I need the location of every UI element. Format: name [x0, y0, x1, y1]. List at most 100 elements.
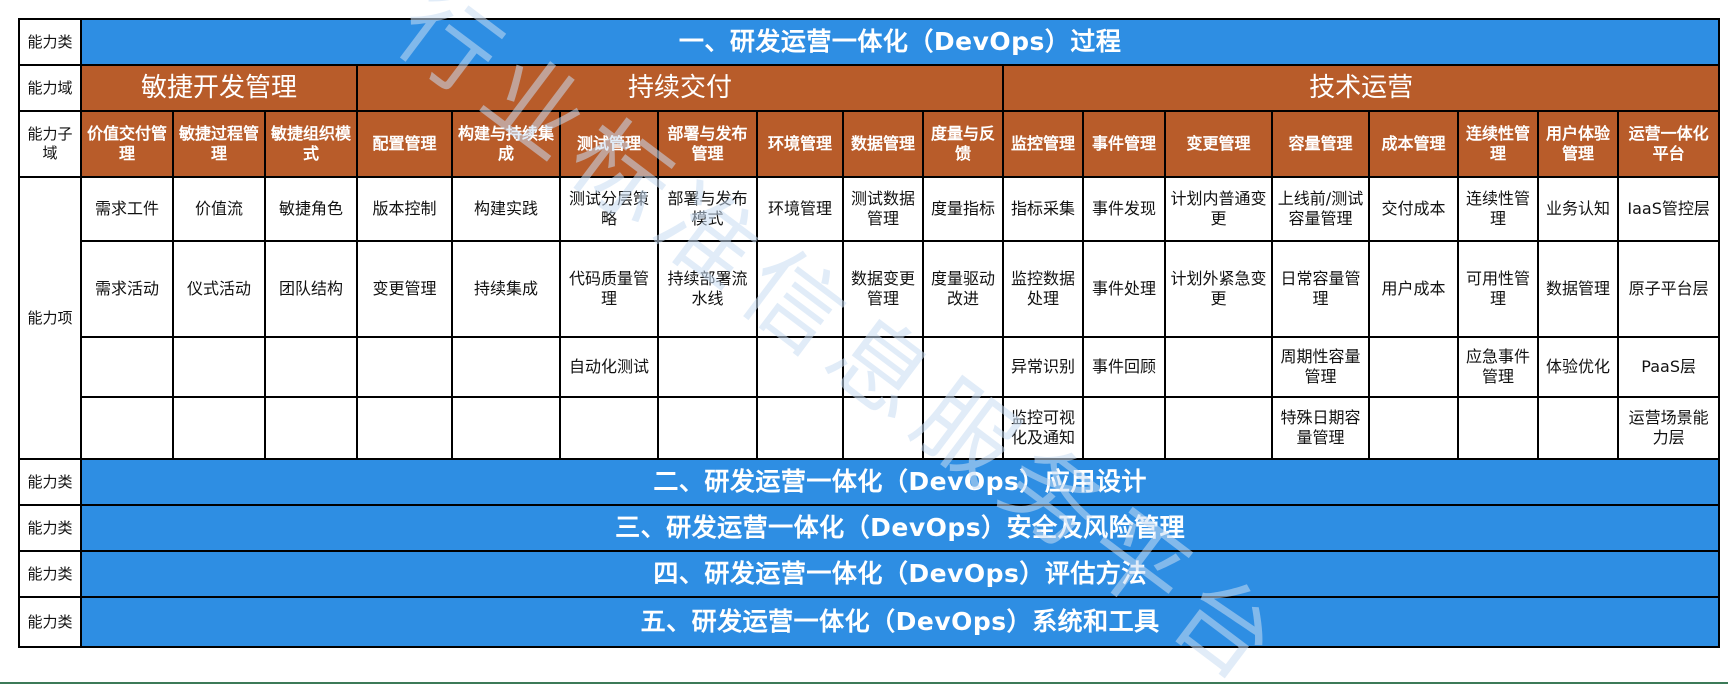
category-title-5[interactable]: 五、研发运营一体化（DevOps）系统和工具 — [79, 596, 1721, 648]
item-cell: 原子平台层 — [1616, 240, 1721, 338]
items-row-2: 需求活动 仪式活动 团队结构 变更管理 持续集成 代码质量管理 持续部署流水线 … — [19, 240, 1721, 338]
category-row-2: 能力类 二、研发运营一体化（DevOps）应用设计 — [18, 458, 1721, 506]
category-title-4[interactable]: 四、研发运营一体化（DevOps）评估方法 — [79, 550, 1721, 598]
item-cell: 敏捷角色 — [264, 176, 358, 242]
item-cell: 构建实践 — [451, 176, 561, 242]
subdomain-cell: 运营一体化平台 — [1616, 110, 1721, 178]
row-label-subdomain: 能力子域 — [18, 110, 82, 178]
item-cell — [451, 336, 561, 398]
item-cell — [756, 396, 844, 460]
item-cell — [80, 336, 174, 398]
item-cell: 连续性管理 — [1457, 176, 1539, 242]
category-row-5: 能力类 五、研发运营一体化（DevOps）系统和工具 — [18, 596, 1721, 648]
item-cell: 变更管理 — [356, 240, 453, 338]
items-row-3: 自动化测试 异常识别 事件回顾 周期性容量管理 应急事件管理 体验优化 PaaS… — [19, 336, 1721, 398]
subdomain-cell: 用户体验管理 — [1537, 110, 1619, 178]
item-cell — [657, 336, 758, 398]
item-cell: PaaS层 — [1616, 336, 1721, 398]
item-cell: 需求工件 — [80, 176, 174, 242]
item-cell — [842, 396, 924, 460]
item-cell: 事件发现 — [1082, 176, 1166, 242]
item-cell: 需求活动 — [80, 240, 174, 338]
item-cell: 环境管理 — [756, 176, 844, 242]
item-cell: 应急事件管理 — [1457, 336, 1539, 398]
item-cell: 交付成本 — [1368, 176, 1459, 242]
subdomain-cell: 构建与持续集成 — [451, 110, 561, 178]
subdomain-cell: 配置管理 — [356, 110, 453, 178]
category-row-4: 能力类 四、研发运营一体化（DevOps）评估方法 — [18, 550, 1721, 598]
subdomain-cell: 部署与发布管理 — [657, 110, 758, 178]
row-label-domain: 能力域 — [18, 64, 82, 112]
row-label-items: 能力项 — [18, 176, 82, 460]
item-cell — [657, 396, 758, 460]
category-title-1[interactable]: 一、研发运营一体化（DevOps）过程 — [79, 18, 1721, 66]
item-cell: 持续集成 — [451, 240, 561, 338]
item-cell: 计划外紧急变更 — [1164, 240, 1273, 338]
item-cell: 异常识别 — [1002, 336, 1084, 398]
item-cell: 上线前/测试容量管理 — [1271, 176, 1370, 242]
row-label-category: 能力类 — [18, 18, 82, 66]
item-cell — [1457, 396, 1539, 460]
subdomain-cell: 连续性管理 — [1457, 110, 1539, 178]
subdomain-cell: 事件管理 — [1082, 110, 1166, 178]
subdomain-cell: 价值交付管理 — [80, 110, 174, 178]
item-cell: 周期性容量管理 — [1271, 336, 1370, 398]
subdomain-cell: 敏捷过程管理 — [172, 110, 266, 178]
item-cell: 计划内普通变更 — [1164, 176, 1273, 242]
item-cell: 数据变更管理 — [842, 240, 924, 338]
item-cell: 可用性管理 — [1457, 240, 1539, 338]
bottom-border-line — [0, 682, 1728, 684]
item-cell — [172, 336, 266, 398]
item-cell — [1368, 396, 1459, 460]
item-cell: 指标采集 — [1002, 176, 1084, 242]
item-cell: 持续部署流水线 — [657, 240, 758, 338]
item-cell: 测试分层策略 — [559, 176, 659, 242]
item-cell — [1368, 336, 1459, 398]
row-label-category: 能力类 — [18, 596, 82, 648]
item-cell — [1164, 336, 1273, 398]
item-cell: 体验优化 — [1537, 336, 1619, 398]
item-cell: 数据管理 — [1537, 240, 1619, 338]
row-label-category: 能力类 — [18, 504, 82, 552]
subdomain-cell: 变更管理 — [1164, 110, 1273, 178]
capability-table: 能力类 一、研发运营一体化（DevOps）过程 能力域 敏捷开发管理 持续交付 … — [18, 18, 1721, 648]
subdomain-cell: 数据管理 — [842, 110, 924, 178]
row-label-category: 能力类 — [18, 458, 82, 506]
item-cell — [922, 396, 1004, 460]
item-cell: 特殊日期容量管理 — [1271, 396, 1370, 460]
subdomain-cell: 度量与反馈 — [922, 110, 1004, 178]
item-cell: 测试数据管理 — [842, 176, 924, 242]
item-cell — [756, 240, 844, 338]
subdomain-cell: 监控管理 — [1002, 110, 1084, 178]
capability-table-sheet: 能力类 一、研发运营一体化（DevOps）过程 能力域 敏捷开发管理 持续交付 … — [18, 18, 1721, 690]
item-cell — [80, 396, 174, 460]
item-cell: 事件回顾 — [1082, 336, 1166, 398]
item-cell: 版本控制 — [356, 176, 453, 242]
item-cell: 业务认知 — [1537, 176, 1619, 242]
items-row-1: 能力项 需求工件 价值流 敏捷角色 版本控制 构建实践 测试分层策略 部署与发布… — [18, 176, 1721, 460]
item-cell: 事件处理 — [1082, 240, 1166, 338]
category-row-1: 能力类 一、研发运营一体化（DevOps）过程 — [18, 18, 1721, 66]
subdomain-cell: 成本管理 — [1368, 110, 1459, 178]
item-cell: 度量驱动改进 — [922, 240, 1004, 338]
items-row-4: 监控可视化及通知 特殊日期容量管理 运营场景能力层 — [19, 396, 1721, 460]
item-cell — [842, 336, 924, 398]
row-label-category: 能力类 — [18, 550, 82, 598]
item-cell: 部署与发布模式 — [657, 176, 758, 242]
subdomain-cell: 测试管理 — [559, 110, 659, 178]
item-cell — [1164, 396, 1273, 460]
item-cell — [1537, 396, 1619, 460]
item-cell — [451, 396, 561, 460]
item-cell — [264, 396, 358, 460]
domain-row: 能力域 敏捷开发管理 持续交付 技术运营 — [18, 64, 1721, 112]
domain-tech-operations: 技术运营 — [1001, 64, 1721, 112]
category-title-2[interactable]: 二、研发运营一体化（DevOps）应用设计 — [79, 458, 1721, 506]
item-cell — [756, 336, 844, 398]
category-title-3[interactable]: 三、研发运营一体化（DevOps）安全及风险管理 — [79, 504, 1721, 552]
item-cell — [1082, 396, 1166, 460]
item-cell: 代码质量管理 — [559, 240, 659, 338]
subdomain-row: 能力子域 价值交付管理 敏捷过程管理 敏捷组织模式 配置管理 构建与持续集成 测… — [18, 110, 1721, 178]
item-cell: 监控可视化及通知 — [1002, 396, 1084, 460]
item-cell: 日常容量管理 — [1271, 240, 1370, 338]
subdomain-cell: 敏捷组织模式 — [264, 110, 358, 178]
